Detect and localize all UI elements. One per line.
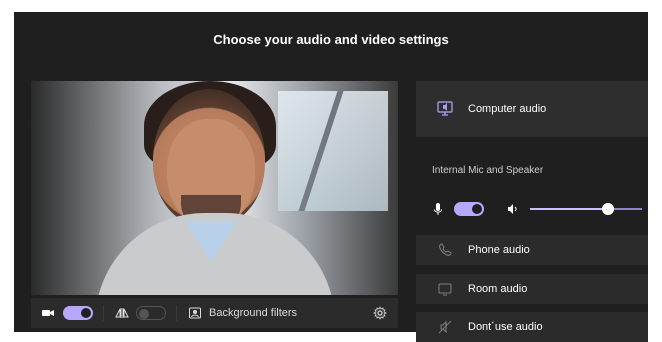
speaker-volume-fill xyxy=(530,208,609,210)
microphone-toggle[interactable] xyxy=(454,202,484,216)
camera-toggle[interactable] xyxy=(63,306,93,320)
mirror-toggle[interactable] xyxy=(136,306,166,320)
room-icon xyxy=(436,280,454,298)
computer-audio-option[interactable]: Computer audio xyxy=(416,81,648,137)
phone-audio-label: Phone audio xyxy=(468,244,530,256)
mirror-control xyxy=(114,305,166,321)
room-audio-label: Room audio xyxy=(468,283,528,295)
controls-separator xyxy=(103,305,104,321)
controls-separator xyxy=(176,305,177,321)
camera-icon xyxy=(41,306,55,320)
teams-prejoin-dialog: Choose your audio and video settings Bac… xyxy=(14,12,648,342)
mirror-toggle-knob xyxy=(139,309,149,319)
video-controls-bar: Background filters xyxy=(31,298,398,328)
video-preview xyxy=(31,81,398,295)
background-window xyxy=(278,91,388,211)
audio-levels-row xyxy=(432,199,642,219)
microphone-toggle-knob xyxy=(472,204,482,214)
speaker-volume-slider[interactable] xyxy=(530,203,642,215)
speaker-volume-thumb[interactable] xyxy=(602,203,615,215)
camera-control xyxy=(41,306,93,320)
dialog-title: Choose your audio and video settings xyxy=(213,32,449,47)
phone-audio-option[interactable]: Phone audio xyxy=(416,235,648,265)
dont-use-audio-label: Dont´use audio xyxy=(468,321,543,333)
no-audio-icon xyxy=(436,318,454,336)
microphone-icon xyxy=(432,201,444,217)
speaker-icon xyxy=(506,202,520,216)
background-filters-label: Background filters xyxy=(209,307,298,319)
audio-device-label: Internal Mic and Speaker xyxy=(432,165,544,176)
video-settings-button[interactable] xyxy=(372,305,388,321)
gear-icon xyxy=(373,306,387,320)
computer-audio-icon xyxy=(436,100,454,118)
room-audio-option[interactable]: Room audio xyxy=(416,274,648,304)
background-filters-icon xyxy=(187,305,203,321)
camera-toggle-knob xyxy=(81,308,91,318)
audio-options-panel: Computer audio Internal Mic and Speaker xyxy=(416,81,648,342)
mirror-icon xyxy=(114,305,130,321)
phone-icon xyxy=(436,241,454,259)
background-filters-button[interactable]: Background filters xyxy=(187,305,297,321)
computer-audio-label: Computer audio xyxy=(468,103,547,115)
